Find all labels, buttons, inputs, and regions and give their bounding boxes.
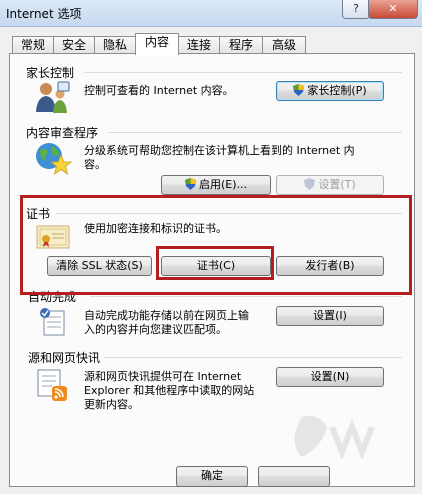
autocomplete-settings-button[interactable]: 设置(I) — [276, 306, 384, 326]
advisor-settings-button-label: 设置(T) — [318, 178, 356, 191]
feeds-description-line3: 更新内容。 — [84, 398, 139, 411]
title-bar: Internet 选项 ? ✕ — [0, 0, 422, 27]
advisor-description-line1: 分级系统可帮助您控制在该计算机上看到的 Internet 内 — [84, 144, 355, 157]
watermark-logo — [294, 415, 375, 461]
autocomplete-divider — [90, 296, 402, 297]
uac-shield-icon — [293, 84, 305, 96]
help-icon: ? — [353, 2, 359, 15]
publishers-button[interactable]: 发行者(B) — [276, 256, 384, 276]
certificates-title: 证书 — [26, 207, 51, 221]
parental-controls-title: 家长控制 — [26, 66, 75, 80]
tab-privacy[interactable]: 隐私 — [94, 36, 136, 54]
parental-controls-button-label: 家长控制(P) — [307, 84, 367, 97]
enable-advisor-button-label: 启用(E)... — [198, 178, 248, 191]
advisor-divider — [108, 132, 402, 133]
advisor-settings-button[interactable]: 设置(T) — [276, 175, 384, 195]
close-button[interactable]: ✕ — [368, 0, 418, 19]
certificates-description: 使用加密连接和标识的证书。 — [84, 222, 227, 235]
feeds-icon — [37, 369, 67, 401]
window-title: Internet 选项 — [6, 7, 82, 21]
tab-security[interactable]: 安全 — [53, 36, 95, 54]
parental-divider — [84, 72, 402, 73]
uac-shield-icon — [184, 178, 196, 190]
tab-advanced[interactable]: 高级 — [262, 36, 306, 54]
advisor-description-line2: 容。 — [84, 158, 106, 171]
autocomplete-title: 自动完成 — [28, 290, 77, 304]
help-button[interactable]: ? — [342, 0, 370, 19]
feeds-description-line1: 源和网页快讯提供可在 Internet — [84, 370, 242, 383]
globe-star-icon — [36, 143, 72, 175]
family-icon — [36, 81, 70, 113]
close-icon: ✕ — [388, 2, 398, 15]
tab-connections[interactable]: 连接 — [178, 36, 220, 54]
tab-programs[interactable]: 程序 — [219, 36, 263, 54]
enable-advisor-button[interactable]: 启用(E)... — [161, 175, 271, 195]
parental-controls-button[interactable]: 家长控制(P) — [276, 81, 384, 101]
parental-description: 控制可查看的 Internet 内容。 — [84, 84, 234, 97]
content-advisor-title: 内容审查程序 — [26, 126, 99, 140]
uac-shield-icon — [304, 178, 316, 190]
tab-content[interactable]: 内容 — [135, 33, 179, 55]
cancel-button[interactable] — [258, 466, 330, 487]
feeds-description-line2: Explorer 和其他程序中读取的网站 — [84, 384, 255, 397]
feeds-title: 源和网页快讯 — [28, 351, 101, 365]
certificates-button[interactable]: 证书(C) — [161, 256, 271, 276]
feeds-settings-button[interactable]: 设置(N) — [276, 367, 384, 387]
ok-button[interactable]: 确定 — [176, 466, 248, 487]
autocomplete-description-line1: 自动完成功能存储以前在网页上输 — [84, 309, 249, 322]
clear-ssl-state-button[interactable]: 清除 SSL 状态(S) — [47, 256, 152, 276]
certificate-icon — [36, 225, 70, 249]
feeds-divider — [104, 357, 402, 358]
certificates-divider — [56, 213, 402, 214]
autocomplete-form-icon — [40, 308, 65, 336]
autocomplete-description-line2: 入的内容并向您建议匹配项。 — [84, 323, 227, 336]
tab-general[interactable]: 常规 — [12, 36, 54, 54]
